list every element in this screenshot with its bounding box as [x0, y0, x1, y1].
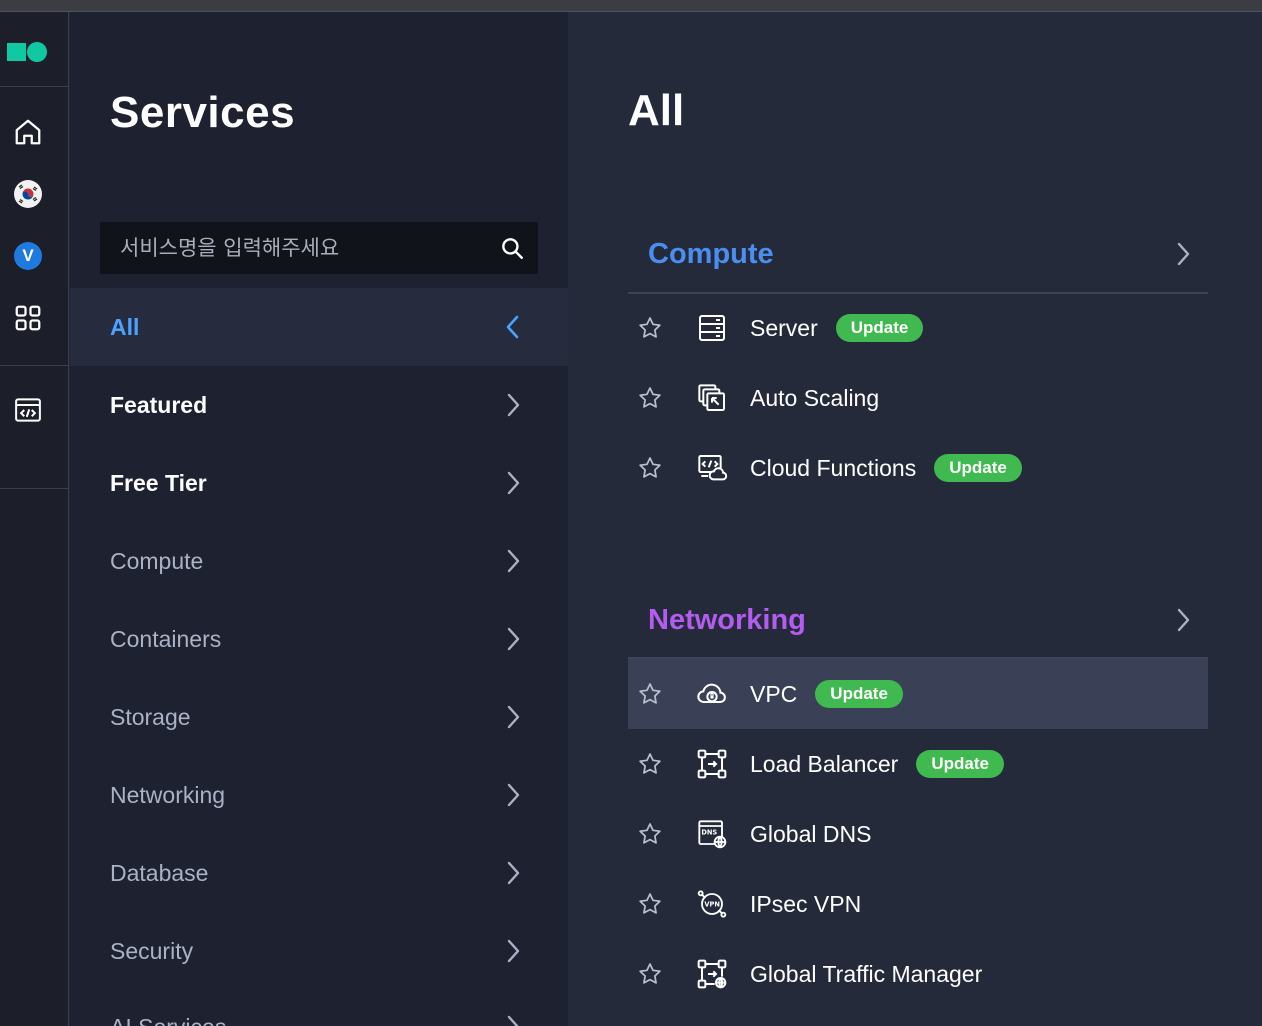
home-icon[interactable]	[12, 116, 44, 148]
category-all[interactable]: All	[70, 288, 568, 366]
service-name: Load Balancer	[750, 750, 899, 777]
star-icon[interactable]	[628, 306, 672, 350]
category-featured[interactable]: Featured	[70, 366, 568, 444]
star-icon[interactable]	[628, 882, 672, 926]
rail-divider	[0, 86, 69, 87]
server-icon	[694, 310, 730, 346]
update-badge: Update	[815, 680, 903, 708]
section-title: Networking	[648, 603, 806, 636]
category-compute[interactable]: Compute	[70, 522, 568, 600]
logo-mark[interactable]	[7, 42, 51, 62]
sidebar-title: Services	[110, 88, 296, 137]
service-item-cloud-functions[interactable]: Cloud Functions Update	[628, 433, 1208, 503]
search-input[interactable]	[120, 236, 486, 260]
page-title: All	[628, 86, 685, 135]
category-label: Security	[110, 937, 194, 964]
cloud-functions-icon	[694, 450, 730, 486]
category-containers[interactable]: Containers	[70, 600, 568, 678]
korea-flag-icon[interactable]	[12, 178, 44, 210]
star-icon[interactable]	[628, 742, 672, 786]
update-badge: Update	[916, 750, 1004, 778]
chevron-right-icon	[498, 390, 528, 420]
load-balancer-icon	[694, 746, 730, 782]
chevron-right-icon	[498, 936, 528, 966]
left-rail: V	[0, 12, 69, 1026]
auto-scaling-icon	[694, 380, 730, 416]
category-label: All	[110, 313, 140, 340]
category-label: Free Tier	[110, 469, 207, 496]
category-networking[interactable]: Networking	[70, 756, 568, 834]
global-traffic-manager-icon	[694, 956, 730, 992]
search-box	[100, 222, 538, 274]
chevron-right-icon	[498, 858, 528, 888]
category-label: Compute	[110, 547, 204, 574]
category-label: Storage	[110, 703, 191, 730]
chevron-right-icon	[498, 624, 528, 654]
rail-divider	[0, 488, 69, 489]
section-title: Compute	[648, 237, 774, 270]
star-icon[interactable]	[628, 952, 672, 996]
star-icon[interactable]	[628, 812, 672, 856]
search-icon[interactable]	[486, 222, 538, 274]
chevron-right-icon	[498, 702, 528, 732]
v-badge-icon[interactable]: V	[12, 240, 44, 272]
apps-grid-icon[interactable]	[12, 302, 44, 334]
svg-text:VPN: VPN	[704, 900, 720, 908]
code-window-icon[interactable]	[12, 394, 44, 426]
chevron-right-icon	[1168, 605, 1198, 635]
category-label: AI Services	[110, 1014, 498, 1026]
chevron-right-icon	[1168, 239, 1198, 269]
service-item-ipsec-vpn[interactable]: VPN IPsec VPN	[628, 869, 1208, 939]
main-panel: All Compute Server Update Auto Scaling C…	[568, 12, 1262, 1026]
service-name: VPC	[750, 680, 798, 707]
category-ai-services[interactable]: AI Services	[70, 988, 568, 1026]
service-item-auto-scaling[interactable]: Auto Scaling	[628, 363, 1208, 433]
service-name: Global Traffic Manager	[750, 960, 983, 987]
chevron-right-icon	[498, 546, 528, 576]
service-item-global-traffic-manager[interactable]: Global Traffic Manager	[628, 939, 1208, 1009]
service-name: Global DNS	[750, 820, 872, 847]
star-icon[interactable]	[628, 376, 672, 420]
section-header-networking[interactable]: Networking	[628, 585, 1208, 655]
category-label: Networking	[110, 781, 226, 808]
category-label: Database	[110, 859, 209, 886]
svg-text:DNS: DNS	[701, 829, 717, 837]
category-label: Containers	[110, 625, 222, 652]
service-name: Cloud Functions	[750, 454, 917, 481]
chevron-right-icon	[498, 1012, 528, 1026]
category-label: Featured	[110, 391, 208, 418]
category-database[interactable]: Database	[70, 834, 568, 912]
service-item-vpc[interactable]: VPC Update	[628, 659, 1208, 729]
ipsec-vpn-icon: VPN	[694, 886, 730, 922]
update-badge: Update	[934, 454, 1022, 482]
window-top-bar	[0, 0, 1262, 12]
services-sidebar: Services All Featured Free Tier Compute …	[70, 12, 568, 1026]
chevron-left-icon	[498, 312, 528, 342]
update-badge: Update	[835, 314, 924, 342]
service-item-global-dns[interactable]: DNS Global DNS	[628, 799, 1208, 869]
chevron-right-icon	[498, 780, 528, 810]
category-security[interactable]: Security	[70, 912, 568, 990]
star-icon[interactable]	[628, 672, 672, 716]
category-storage[interactable]: Storage	[70, 678, 568, 756]
service-item-server[interactable]: Server Update	[628, 293, 1208, 363]
global-dns-icon: DNS	[694, 816, 730, 852]
chevron-right-icon	[498, 468, 528, 498]
service-item-load-balancer[interactable]: Load Balancer Update	[628, 729, 1208, 799]
section-header-compute[interactable]: Compute	[628, 219, 1208, 289]
vpc-icon	[694, 676, 730, 712]
star-icon[interactable]	[628, 446, 672, 490]
rail-divider	[0, 365, 69, 366]
service-name: Auto Scaling	[750, 384, 880, 411]
category-free-tier[interactable]: Free Tier	[70, 444, 568, 522]
service-name: Server	[750, 314, 818, 341]
service-name: IPsec VPN	[750, 890, 862, 917]
